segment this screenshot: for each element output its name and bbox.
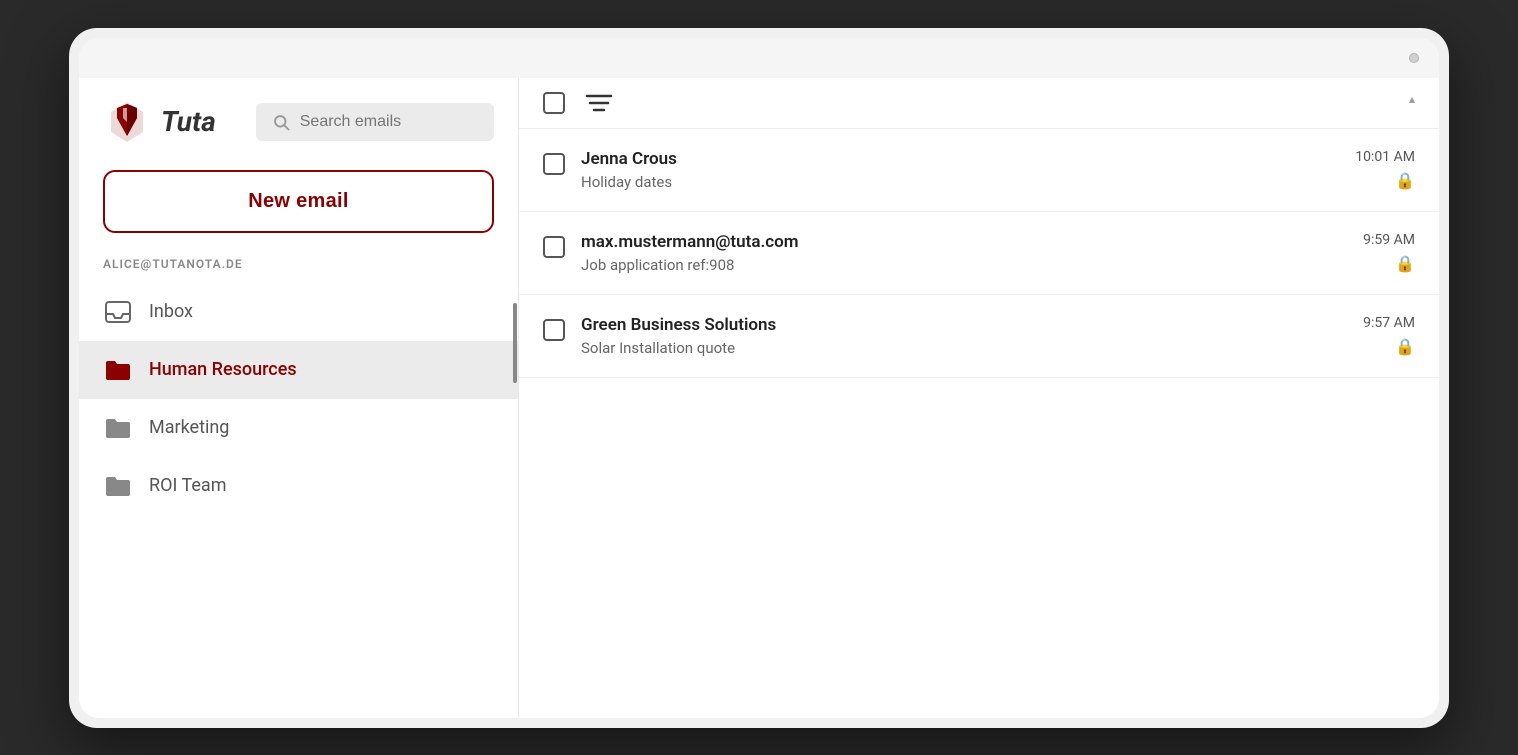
table-row[interactable]: Jenna Crous Holiday dates 10:01 AM 🔒 <box>519 129 1439 212</box>
lock-icon-3: 🔒 <box>1395 337 1415 356</box>
sidebar-header: Tuta <box>79 78 518 162</box>
sidebar-item-inbox[interactable]: Inbox <box>79 283 518 341</box>
lock-icon-2: 🔒 <box>1395 254 1415 273</box>
new-email-button[interactable]: New email <box>103 170 494 233</box>
email-sender-1: Jenna Crous <box>581 149 1339 169</box>
email-subject-1: Holiday dates <box>581 173 1339 191</box>
search-bar[interactable] <box>256 103 494 141</box>
scrollbar-track <box>512 283 518 718</box>
sidebar-item-roi-team[interactable]: ROI Team <box>79 457 518 515</box>
email-time-3: 9:57 AM <box>1363 315 1415 331</box>
email-meta-2: 9:59 AM 🔒 <box>1363 232 1415 273</box>
top-bar <box>79 38 1439 78</box>
table-row[interactable]: max.mustermann@tuta.com Job application … <box>519 212 1439 295</box>
email-checkbox-2[interactable] <box>543 236 565 258</box>
folder-gray-icon-roi <box>103 471 133 501</box>
inbox-icon <box>103 297 133 327</box>
email-sender-2: max.mustermann@tuta.com <box>581 232 1347 252</box>
email-meta-1: 10:01 AM 🔒 <box>1355 149 1415 190</box>
filter-icon[interactable] <box>585 92 613 114</box>
email-content-2: max.mustermann@tuta.com Job application … <box>581 232 1347 274</box>
logo-text: Tuta <box>161 105 216 138</box>
main-content: ▴ Jenna Crous Holiday dates 10:01 AM 🔒 <box>519 78 1439 718</box>
sidebar-item-marketing-label: Marketing <box>149 417 229 438</box>
account-label: ALICE@TUTANOTA.DE <box>79 249 518 283</box>
device-frame: Tuta New email ALICE@TUTANOTA.DE <box>69 28 1449 728</box>
email-checkbox-3[interactable] <box>543 319 565 341</box>
search-input[interactable] <box>300 113 478 131</box>
email-subject-2: Job application ref:908 <box>581 256 1347 274</box>
email-time-2: 9:59 AM <box>1363 232 1415 248</box>
folder-gray-icon-marketing <box>103 413 133 443</box>
device-inner: Tuta New email ALICE@TUTANOTA.DE <box>79 38 1439 718</box>
email-subject-3: Solar Installation quote <box>581 339 1347 357</box>
sidebar-item-human-resources-label: Human Resources <box>149 359 297 380</box>
email-content-1: Jenna Crous Holiday dates <box>581 149 1339 191</box>
email-time-1: 10:01 AM <box>1355 149 1415 165</box>
scrollbar-thumb[interactable] <box>513 303 517 383</box>
lock-icon-1: 🔒 <box>1395 171 1415 190</box>
email-checkbox-1[interactable] <box>543 153 565 175</box>
sort-indicator: ▴ <box>1409 92 1415 106</box>
email-list-header: ▴ <box>519 78 1439 129</box>
table-row[interactable]: Green Business Solutions Solar Installat… <box>519 295 1439 378</box>
nav-list: Inbox Human Resources <box>79 283 518 718</box>
sidebar-item-inbox-label: Inbox <box>149 301 193 322</box>
tuta-logo-icon <box>103 98 151 146</box>
email-meta-3: 9:57 AM 🔒 <box>1363 315 1415 356</box>
sidebar-item-marketing[interactable]: Marketing <box>79 399 518 457</box>
app-container: Tuta New email ALICE@TUTANOTA.DE <box>79 78 1439 718</box>
email-sender-3: Green Business Solutions <box>581 315 1347 335</box>
email-list: Jenna Crous Holiday dates 10:01 AM 🔒 max… <box>519 129 1439 718</box>
camera-dot <box>1409 53 1419 63</box>
sidebar-item-roi-team-label: ROI Team <box>149 475 226 496</box>
sidebar: Tuta New email ALICE@TUTANOTA.DE <box>79 78 519 718</box>
email-content-3: Green Business Solutions Solar Installat… <box>581 315 1347 357</box>
search-icon <box>272 113 290 131</box>
sidebar-item-human-resources[interactable]: Human Resources <box>79 341 518 399</box>
select-all-checkbox[interactable] <box>543 92 565 114</box>
folder-red-icon <box>103 355 133 385</box>
logo-container: Tuta <box>103 98 216 146</box>
